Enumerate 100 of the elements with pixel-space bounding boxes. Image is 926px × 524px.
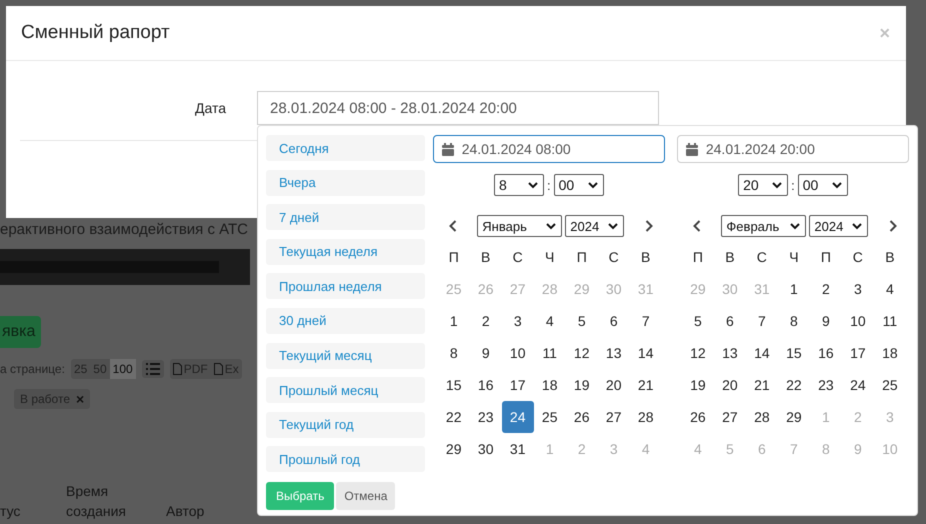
calendar-day[interactable]: 17 [842,337,874,369]
calendar-day[interactable]: 3 [502,305,534,337]
chevron-down-icon [852,222,862,230]
calendar-day[interactable]: 18 [534,369,566,401]
calendar-day[interactable]: 3 [842,273,874,305]
chevron-down-icon [772,182,782,188]
calendar-day[interactable]: 4 [874,273,906,305]
calendar-day[interactable]: 6 [598,305,630,337]
calendar-day[interactable]: 13 [714,337,746,369]
calendar-day[interactable]: 29 [438,433,470,465]
calendar-day[interactable]: 19 [682,369,714,401]
calendar-day[interactable]: 26 [566,401,598,433]
minute-select[interactable]: 00 [554,174,604,196]
calendar-day[interactable]: 8 [778,305,810,337]
calendar-day[interactable]: 12 [682,337,714,369]
field-label: Дата [194,100,226,116]
calendar-day[interactable]: 7 [746,305,778,337]
calendar-day[interactable]: 10 [842,305,874,337]
year-select[interactable]: 2024 [565,215,624,237]
calendar-day[interactable]: 16 [810,337,842,369]
calendar-day[interactable]: 23 [810,369,842,401]
time-separator: : [791,178,795,192]
file-icon [172,363,182,375]
date-time-field[interactable]: 24.01.2024 08:00 [432,135,665,163]
weekday-label: В [724,248,736,267]
calendar-day[interactable]: 21 [630,369,662,401]
calendar-day[interactable]: 7 [630,305,662,337]
chevron-right-icon [888,220,897,232]
calendar-day[interactable]: 25 [534,401,566,433]
calendar-day[interactable]: 10 [502,337,534,369]
calendar-day[interactable]: 12 [566,337,598,369]
calendar-day[interactable]: 24 [502,401,534,433]
chevron-down-icon [588,182,598,188]
file-icon [214,363,223,375]
time-separator: : [546,178,551,192]
weekday-label: В [480,248,492,267]
date-range-field[interactable]: 28.01.2024 08:00 - 28.01.2024 20:00 [257,91,659,125]
weekday-label: П [576,248,588,267]
calendar-day[interactable]: 27 [598,401,630,433]
columns-button[interactable] [142,360,164,378]
calendar-icon [442,142,454,156]
calendar-day[interactable]: 29 [778,401,810,433]
calendar-day[interactable]: 8 [438,337,470,369]
calendar-day[interactable]: 22 [438,401,470,433]
calendar-day[interactable]: 15 [438,369,470,401]
calendar-day[interactable]: 9 [470,337,502,369]
page-size-button[interactable]: 100 [110,359,136,379]
calendar-day[interactable]: 26 [682,401,714,433]
calendar-day[interactable]: 31 [502,433,534,465]
calendar-day[interactable]: 20 [598,369,630,401]
minute-select[interactable]: 00 [798,174,848,196]
hour-select[interactable]: 8 [494,174,544,196]
year-select[interactable]: 2024 [809,215,868,237]
weekday-label: С [512,248,524,267]
calendar-day[interactable]: 5 [566,305,598,337]
previous-month-button[interactable] [690,218,703,234]
calendar-day[interactable]: 19 [566,369,598,401]
calendar-day[interactable]: 13 [598,337,630,369]
calendar-day[interactable]: 14 [746,337,778,369]
weekday-label: П [448,248,460,267]
cancel-button[interactable]: Отмена [336,482,396,510]
calendar-day[interactable]: 17 [502,369,534,401]
calendar-day[interactable]: 4 [534,305,566,337]
date-time-field[interactable]: 24.01.2024 20:00 [676,135,909,163]
calendar-day[interactable]: 2 [470,305,502,337]
calendar-day[interactable]: 30 [470,433,502,465]
chevron-down-icon [790,222,800,230]
modal-title: Сменный рапорт [21,22,170,44]
chevron-down-icon [832,182,842,188]
calendar-day[interactable]: 22 [778,369,810,401]
hour-select[interactable]: 20 [738,174,788,196]
calendar-day[interactable]: 2 [810,273,842,305]
month-select[interactable]: Январь [477,215,562,237]
calendar-day[interactable]: 23 [470,401,502,433]
weekday-label: С [608,248,620,267]
calendar-day[interactable]: 21 [746,369,778,401]
chevron-down-icon [608,222,618,230]
calendar-day[interactable]: 28 [746,401,778,433]
weekday-label: В [640,248,652,267]
calendar-day[interactable]: 25 [874,369,906,401]
per-page-label: а странице: [0,362,65,376]
weekday-label: П [820,248,832,267]
calendar-day[interactable]: 24 [842,369,874,401]
calendar-day[interactable]: 11 [534,337,566,369]
calendar-day[interactable]: 16 [470,369,502,401]
calendar-day[interactable]: 20 [714,369,746,401]
calendar-day[interactable]: 6 [714,305,746,337]
previous-month-button[interactable] [446,218,459,234]
calendar-day[interactable]: 1 [778,273,810,305]
calendar-day[interactable]: 5 [682,305,714,337]
calendar-day[interactable]: 1 [438,305,470,337]
calendar-day[interactable]: 14 [630,337,662,369]
calendar-day[interactable]: 27 [714,401,746,433]
chevron-left-icon [448,220,457,232]
calendar-day[interactable]: 9 [810,305,842,337]
calendar-day[interactable]: 15 [778,337,810,369]
calendar-day[interactable]: 18 [874,337,906,369]
calendar-day[interactable]: 11 [874,305,906,337]
calendar-day[interactable]: 28 [630,401,662,433]
month-select[interactable]: Февраль [721,215,806,237]
